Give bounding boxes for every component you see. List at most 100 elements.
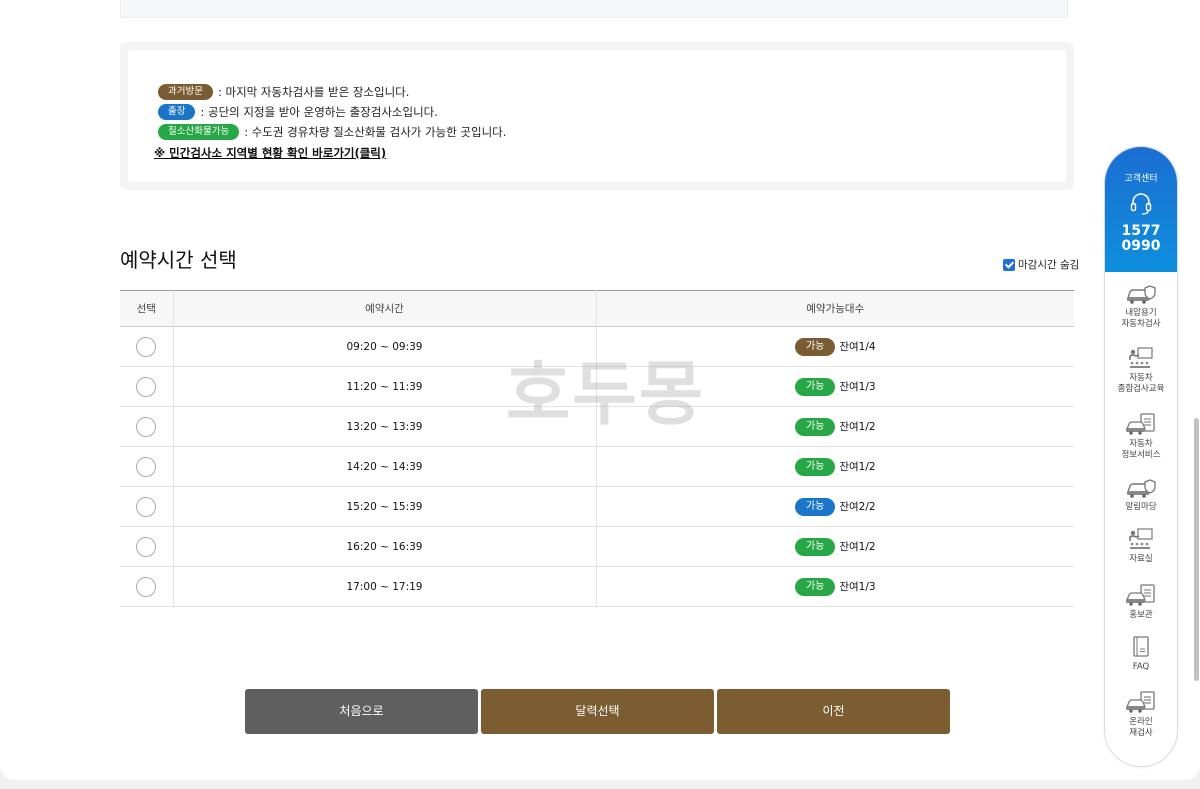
- legend-text: : 공단의 지정을 받아 운영하는 출장검사소입니다.: [200, 105, 438, 119]
- table-row[interactable]: 15:20 ~ 15:39 가능 잔여2/2: [120, 486, 1074, 527]
- sidebar-item-label: FAQ: [1132, 662, 1150, 672]
- availability-cell: 가능 잔여1/2: [596, 446, 1074, 487]
- status-badge: 가능: [794, 457, 836, 476]
- select-cell: [120, 366, 174, 407]
- previous-section-box: [120, 0, 1068, 18]
- classroom-icon: [1105, 346, 1177, 370]
- section-title: 예약시간 선택: [120, 248, 237, 272]
- nox-badge: 질소산화물가능: [158, 124, 240, 140]
- sidebar-item-label: 재검사: [1129, 728, 1153, 738]
- sidebar-item-label: 홍보관: [1129, 610, 1153, 620]
- select-cell: [120, 326, 174, 367]
- availability-cell: 가능 잔여1/3: [596, 566, 1074, 607]
- select-cell: [120, 526, 174, 567]
- remaining-count: 잔여1/3: [839, 381, 876, 393]
- table-row[interactable]: 13:20 ~ 13:39 가능 잔여1/2: [120, 406, 1074, 447]
- sidebar-item-6[interactable]: 홍보관: [1105, 583, 1177, 621]
- time-slot-radio[interactable]: [136, 496, 157, 517]
- classroom-icon: [1105, 527, 1177, 551]
- availability-cell: 가능 잔여1/3: [596, 366, 1074, 407]
- sidebar-item-label: 알림마당: [1125, 502, 1157, 512]
- legend-item-past-visit: 과거방문 : 마지막 자동차검사를 받은 장소입니다.: [158, 82, 1066, 102]
- table-row[interactable]: 14:20 ~ 14:39 가능 잔여1/2: [120, 446, 1074, 487]
- sidebar-item-1[interactable]: 내압용기 자동차검사: [1105, 283, 1177, 330]
- select-cell: [120, 566, 174, 607]
- table-row[interactable]: 17:00 ~ 17:19 가능 잔여1/3: [120, 566, 1074, 607]
- notebook-icon: [1105, 635, 1177, 659]
- table-header-row: 선택 예약시간 예약가능대수: [120, 290, 1074, 327]
- col-header-available: 예약가능대수: [806, 303, 865, 315]
- page: 과거방문 : 마지막 자동차검사를 받은 장소입니다. 출장 : 공단의 지정을…: [0, 0, 1200, 780]
- time-cell: 13:20 ~ 13:39: [173, 406, 597, 447]
- availability-cell: 가능 잔여2/2: [596, 486, 1074, 527]
- select-cell: [120, 406, 174, 447]
- hide-closed-checkbox[interactable]: 마감시간 숨김: [1003, 257, 1079, 272]
- private-station-link[interactable]: ※ 민간검사소 지역별 현황 확인 바로가기(클릭): [154, 145, 386, 161]
- sidebar-item-2[interactable]: 자동차 종합검사교육: [1105, 346, 1177, 395]
- time-slot-radio[interactable]: [136, 576, 157, 597]
- availability-cell: 가능 잔여1/2: [596, 406, 1074, 447]
- sidebar-item-label: 온라인: [1129, 717, 1153, 727]
- time-slot-radio[interactable]: [136, 376, 157, 397]
- time-slot-radio[interactable]: [136, 416, 157, 437]
- time-cell: 09:20 ~ 09:39: [173, 326, 597, 367]
- legend-item-nox: 질소산화물가능 : 수도권 경유차량 질소산화물 검사가 가능한 곳입니다.: [158, 122, 1066, 142]
- car-shield-icon: [1105, 477, 1177, 499]
- availability-cell: 가능 잔여1/2: [596, 526, 1074, 567]
- time-cell: 11:20 ~ 11:39: [173, 366, 597, 407]
- car-document-icon: [1105, 690, 1177, 714]
- sidebar-item-label: 자동차검사: [1121, 319, 1161, 329]
- status-badge: 가능: [794, 337, 836, 356]
- table-row[interactable]: 16:20 ~ 16:39 가능 잔여1/2: [120, 526, 1074, 567]
- sidebar-item-label: 자동차: [1129, 439, 1153, 449]
- remaining-count: 잔여1/3: [839, 581, 876, 593]
- availability-cell: 가능 잔여1/4: [596, 326, 1074, 367]
- car-document-icon: [1105, 583, 1177, 607]
- page-scrollbar[interactable]: [1194, 418, 1199, 681]
- remaining-count: 잔여1/2: [839, 461, 876, 473]
- table-row[interactable]: 09:20 ~ 09:39 가능 잔여1/4: [120, 326, 1074, 367]
- past-visit-badge: 과거방문: [158, 84, 213, 100]
- sidebar-item-7[interactable]: FAQ: [1105, 635, 1177, 673]
- table-row[interactable]: 11:20 ~ 11:39 가능 잔여1/3: [120, 366, 1074, 407]
- first-button[interactable]: 처음으로: [245, 689, 478, 734]
- col-header-time: 예약시간: [173, 290, 597, 327]
- status-badge: 가능: [794, 577, 836, 596]
- sidebar-item-5[interactable]: 자료실: [1105, 527, 1177, 565]
- customer-center-label: 고객센터: [1124, 174, 1158, 184]
- sidebar-item-3[interactable]: 자동차 정보서비스: [1105, 412, 1177, 461]
- sidebar-item-label: 정보서비스: [1121, 450, 1161, 460]
- quick-menu-sidebar: 고객센터 1577 0990 내압용기 자동차검사 자동차 종합검사교육 자동차 정보서비…: [1104, 146, 1178, 767]
- time-cell: 17:00 ~ 17:19: [173, 566, 597, 607]
- remaining-count: 잔여1/2: [839, 421, 876, 433]
- select-cell: [120, 486, 174, 527]
- time-cell: 14:20 ~ 14:39: [173, 446, 597, 487]
- legend-text: : 수도권 경유차량 질소산화물 검사가 가능한 곳입니다.: [244, 125, 507, 139]
- sidebar-item-8[interactable]: 온라인 재검사: [1105, 690, 1177, 739]
- status-badge: 가능: [794, 417, 836, 436]
- car-document-icon: [1105, 412, 1177, 436]
- checkbox-checked-icon[interactable]: [1003, 258, 1015, 271]
- col-header-select: 선택: [120, 290, 174, 327]
- prev-button[interactable]: 이전: [717, 689, 950, 734]
- time-slot-radio[interactable]: [136, 456, 157, 477]
- legend-box: 과거방문 : 마지막 자동차검사를 받은 장소입니다. 출장 : 공단의 지정을…: [120, 42, 1074, 190]
- phone-number-line2: 0990: [1121, 238, 1161, 254]
- customer-center[interactable]: 고객센터 1577 0990: [1105, 147, 1177, 272]
- select-cell: [120, 446, 174, 487]
- phone-number-line1: 1577: [1121, 223, 1161, 239]
- time-slot-radio[interactable]: [136, 536, 157, 557]
- sidebar-item-4[interactable]: 알림마당: [1105, 477, 1177, 513]
- time-slot-radio[interactable]: [136, 336, 157, 357]
- status-badge: 가능: [794, 377, 836, 396]
- remaining-count: 잔여1/4: [839, 341, 876, 353]
- business-trip-badge: 출장: [158, 104, 196, 120]
- remaining-count: 잔여2/2: [839, 501, 876, 513]
- sidebar-item-label: 자동차: [1129, 373, 1153, 383]
- sidebar-item-label: 자료실: [1129, 554, 1153, 564]
- remaining-count: 잔여1/2: [839, 541, 876, 553]
- sidebar-item-label: 종합검사교육: [1117, 384, 1165, 394]
- calendar-select-button[interactable]: 달력선택: [481, 689, 714, 734]
- car-shield-icon: [1105, 283, 1177, 305]
- status-badge: 가능: [794, 537, 836, 556]
